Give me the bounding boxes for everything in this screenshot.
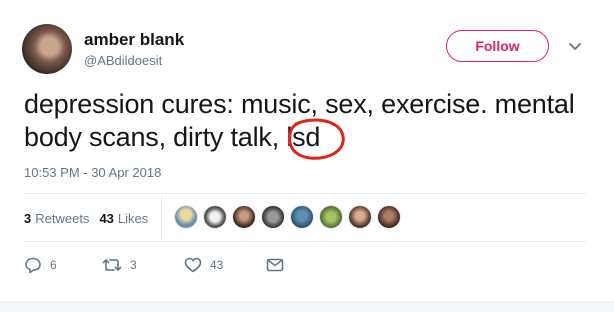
direct-message-button[interactable] — [266, 258, 284, 272]
author-display-name[interactable]: amber blank — [84, 30, 184, 50]
reply-count: 6 — [50, 258, 57, 272]
divider — [24, 241, 586, 242]
liker-avatar[interactable] — [377, 205, 401, 229]
envelope-icon — [266, 258, 284, 272]
stats-separator — [161, 195, 162, 241]
author-screen-name[interactable]: @ABdildoesit — [84, 53, 162, 68]
reply-icon — [25, 257, 41, 274]
tweet-text: depression cures: music, sex, exercise. … — [24, 89, 575, 152]
likes-count: 43 — [99, 210, 114, 226]
likes-stat[interactable]: 43 Likes — [99, 211, 148, 226]
retweet-count: 3 — [130, 258, 137, 272]
liker-avatar[interactable] — [174, 205, 198, 229]
author-avatar[interactable] — [22, 24, 72, 74]
retweet-icon — [102, 259, 122, 271]
tweet-actions: 6 3 43 — [24, 255, 284, 275]
liker-avatar[interactable] — [290, 205, 314, 229]
liker-avatar[interactable] — [319, 205, 343, 229]
follow-button[interactable]: Follow — [446, 30, 549, 62]
retweets-count: 3 — [24, 210, 32, 226]
tweet-timestamp[interactable]: 10:53 PM - 30 Apr 2018 — [24, 165, 161, 180]
chevron-down-icon[interactable] — [566, 38, 584, 56]
retweets-stat[interactable]: 3 Retweets — [24, 211, 89, 226]
liker-avatar[interactable] — [348, 205, 372, 229]
divider — [24, 193, 586, 194]
liker-avatar[interactable] — [203, 205, 227, 229]
like-count: 43 — [210, 258, 224, 272]
retweet-button[interactable]: 3 — [102, 257, 184, 273]
tweet-stats: 3 Retweets 43 Likes — [24, 206, 158, 230]
tweet-card: amber blank @ABdildoesit Follow depressi… — [0, 0, 614, 312]
retweets-label: Retweets — [35, 210, 90, 226]
reply-button[interactable]: 6 — [24, 256, 102, 274]
likers-avatars — [174, 205, 406, 229]
heart-icon — [184, 257, 202, 273]
like-button[interactable]: 43 — [184, 257, 266, 273]
liker-avatar[interactable] — [232, 205, 256, 229]
liker-avatar[interactable] — [261, 205, 285, 229]
likes-label: Likes — [117, 210, 149, 226]
